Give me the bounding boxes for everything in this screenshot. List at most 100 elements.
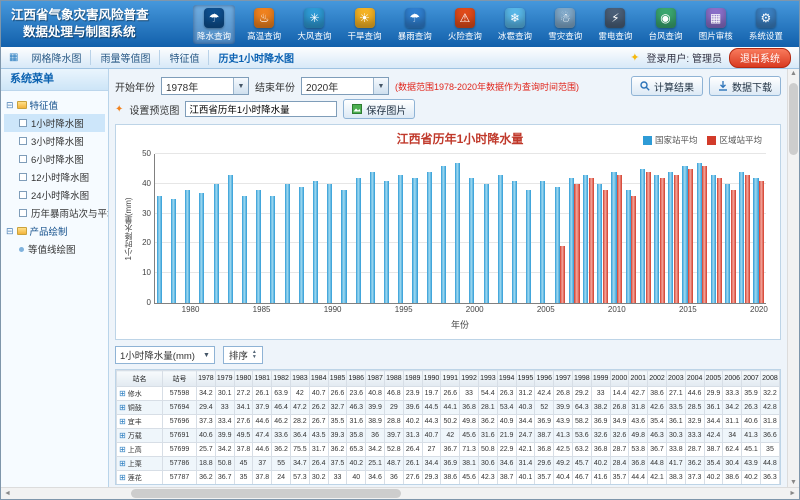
tree-item[interactable]: 12小时降水图 (4, 168, 105, 186)
value-cell: 46.8 (384, 387, 403, 401)
value-cell: 50.2 (441, 415, 460, 429)
nav-item-image-review[interactable]: ▦图片审核 (695, 5, 737, 44)
table-row[interactable]: ⊞莲花5778736.236.73537.82457.330.2334034.6… (117, 471, 780, 485)
value-cell: 40.1 (516, 471, 535, 485)
drought-query-icon: ☀ (355, 8, 375, 28)
col-year-header: 1989 (403, 371, 422, 387)
download-button[interactable]: 数据下载 (709, 76, 781, 96)
checkbox[interactable] (19, 173, 27, 181)
value-cell: 34.2 (215, 443, 234, 457)
row-expand-icon[interactable]: ⊞ (119, 459, 126, 468)
bar-national (725, 184, 730, 303)
expander-icon[interactable]: ⊟ (6, 101, 14, 110)
nav-item-lightning-query[interactable]: ⚡雷电查询 (594, 5, 636, 44)
nav-item-system-settings[interactable]: ⚙系统设置 (745, 5, 787, 44)
nav-item-typhoon-query[interactable]: ◉台风查询 (645, 5, 687, 44)
value-cell: 53.4 (497, 401, 516, 415)
tab-bar: ▦ 网格降水图雨量等值图特征值历史1小时降水图 ✦ 登录用户: 管理员 退出系统 (1, 47, 799, 69)
nav-item-snow-query[interactable]: ☃雪灾查询 (544, 5, 586, 44)
table-row[interactable]: ⊞万载5769140.639.949.547.433.636.443.539.3… (117, 429, 780, 443)
nav-item-label: 图片审核 (699, 30, 733, 42)
nav-item-rainstorm-query[interactable]: ☂暴雨查询 (394, 5, 436, 44)
bar-regional (702, 166, 707, 303)
nav-item-drought-query[interactable]: ☀干旱查询 (344, 5, 386, 44)
checkbox[interactable] (19, 155, 27, 163)
checkbox[interactable] (19, 191, 27, 199)
tree-group-header[interactable]: ⊟特征值 (4, 96, 105, 114)
value-cell: 42.6 (648, 401, 667, 415)
value-cell: 36.7 (215, 471, 234, 485)
tree-item[interactable]: 等值线绘图 (4, 240, 105, 258)
bar-national (654, 175, 659, 303)
start-year-select[interactable]: 1978年 ▼ (161, 77, 249, 95)
row-expand-icon[interactable]: ⊞ (119, 445, 126, 454)
value-cell: 26.1 (253, 387, 272, 401)
row-expand-icon[interactable]: ⊞ (119, 403, 126, 412)
tree-item[interactable]: 历年暴雨站次与平均图 (4, 204, 105, 222)
scroll-down-icon[interactable]: ▼ (790, 479, 797, 486)
value-cell: 40.6 (290, 485, 309, 486)
row-expand-icon[interactable]: ⊞ (119, 431, 126, 440)
value-cell: 57.3 (290, 471, 309, 485)
nav-item-hail-query[interactable]: ❄冰雹查询 (494, 5, 536, 44)
bar-national (356, 178, 361, 303)
tree-item[interactable]: 1小时降水图 (4, 114, 105, 132)
bar-national (668, 172, 673, 303)
table-row[interactable]: ⊞婺源5868642.138.534.839.945.240.636.133.7… (117, 485, 780, 486)
row-expand-icon[interactable]: ⊞ (119, 417, 126, 426)
scroll-up-icon[interactable]: ▲ (790, 70, 797, 77)
end-year-select[interactable]: 2020年 ▼ (301, 77, 389, 95)
tree-item[interactable]: 3小时降水图 (4, 132, 105, 150)
sort-control[interactable]: 排序 ▲▼ (223, 346, 263, 364)
expander-icon[interactable]: ⊟ (6, 227, 14, 236)
col-year-header: 1999 (591, 371, 610, 387)
checkbox[interactable] (19, 137, 27, 145)
table-row[interactable]: ⊞修水5759834.230.127.226.163.94240.726.623… (117, 387, 780, 401)
preview-title-input[interactable] (185, 101, 337, 117)
value-cell: 36 (366, 429, 385, 443)
checkbox[interactable] (19, 119, 27, 127)
scroll-right-icon[interactable]: ► (789, 490, 796, 497)
row-expand-icon[interactable]: ⊞ (119, 473, 126, 482)
chart-legend: 国家站平均区域站平均 (643, 134, 762, 146)
nav-item-precip-query[interactable]: ☂降水查询 (193, 5, 235, 44)
table-row[interactable]: ⊞铜鼓5769429.43334.137.946.447.226.232.746… (117, 401, 780, 415)
value-cell: 37.8 (253, 471, 272, 485)
vertical-scrollbar[interactable]: ▲ ▼ (787, 69, 799, 487)
checkbox[interactable] (19, 209, 27, 217)
chevron-down-icon: ▼ (203, 352, 210, 359)
tab-1[interactable]: 雨量等值图 (91, 50, 160, 65)
vertical-scroll-thumb[interactable] (789, 83, 798, 155)
col-year-header: 1987 (366, 371, 385, 387)
table-row[interactable]: ⊞上高5769925.734.237.844.636.275.531.736.2… (117, 443, 780, 457)
tree-item[interactable]: 6小时降水图 (4, 150, 105, 168)
rainstorm-query-icon: ☂ (405, 8, 425, 28)
scroll-left-icon[interactable]: ◄ (4, 490, 11, 497)
value-cell: 49.8 (629, 429, 648, 443)
tree-item[interactable]: 24小时降水图 (4, 186, 105, 204)
nav-item-fire-risk-query[interactable]: ⚠火险查询 (444, 5, 486, 44)
table-row[interactable]: ⊞宜丰5769637.333.427.644.646.228.226.735.5… (117, 415, 780, 429)
tab-3[interactable]: 历史1小时降水图 (209, 50, 303, 65)
tab-0[interactable]: 网格降水图 (22, 50, 91, 65)
sort-arrows-icon[interactable]: ▲▼ (252, 350, 257, 360)
bar-national (370, 172, 375, 303)
value-cell: 31.3 (403, 429, 422, 443)
nav-item-wind-query[interactable]: ✳大风查询 (293, 5, 335, 44)
bar-national (611, 172, 616, 303)
nav-item-heat-query[interactable]: ♨高温查询 (243, 5, 285, 44)
logout-button[interactable]: 退出系统 (729, 48, 791, 68)
station-name-cell: ⊞万载 (117, 429, 163, 443)
tab-2[interactable]: 特征值 (160, 50, 209, 65)
value-cell: 33.2 (610, 485, 629, 486)
horizontal-scrollbar[interactable]: ◄ ► (1, 487, 799, 499)
metric-select[interactable]: 1小时降水量(mm) ▼ (115, 346, 215, 364)
top-header: 江西省气象灾害风险普查 数据处理与制图系统 ☂降水查询♨高温查询✳大风查询☀干旱… (1, 1, 799, 47)
table-row[interactable]: ⊞上栗5778618.850.845375534.726.437.540.225… (117, 457, 780, 471)
bar-national (214, 184, 219, 303)
calculate-button[interactable]: 计算结果 (631, 76, 703, 96)
tree-group-header[interactable]: ⊟产品绘制 (4, 222, 105, 240)
horizontal-scroll-thumb[interactable] (131, 489, 401, 498)
row-expand-icon[interactable]: ⊞ (119, 389, 126, 398)
save-image-button[interactable]: 保存图片 (343, 99, 415, 119)
